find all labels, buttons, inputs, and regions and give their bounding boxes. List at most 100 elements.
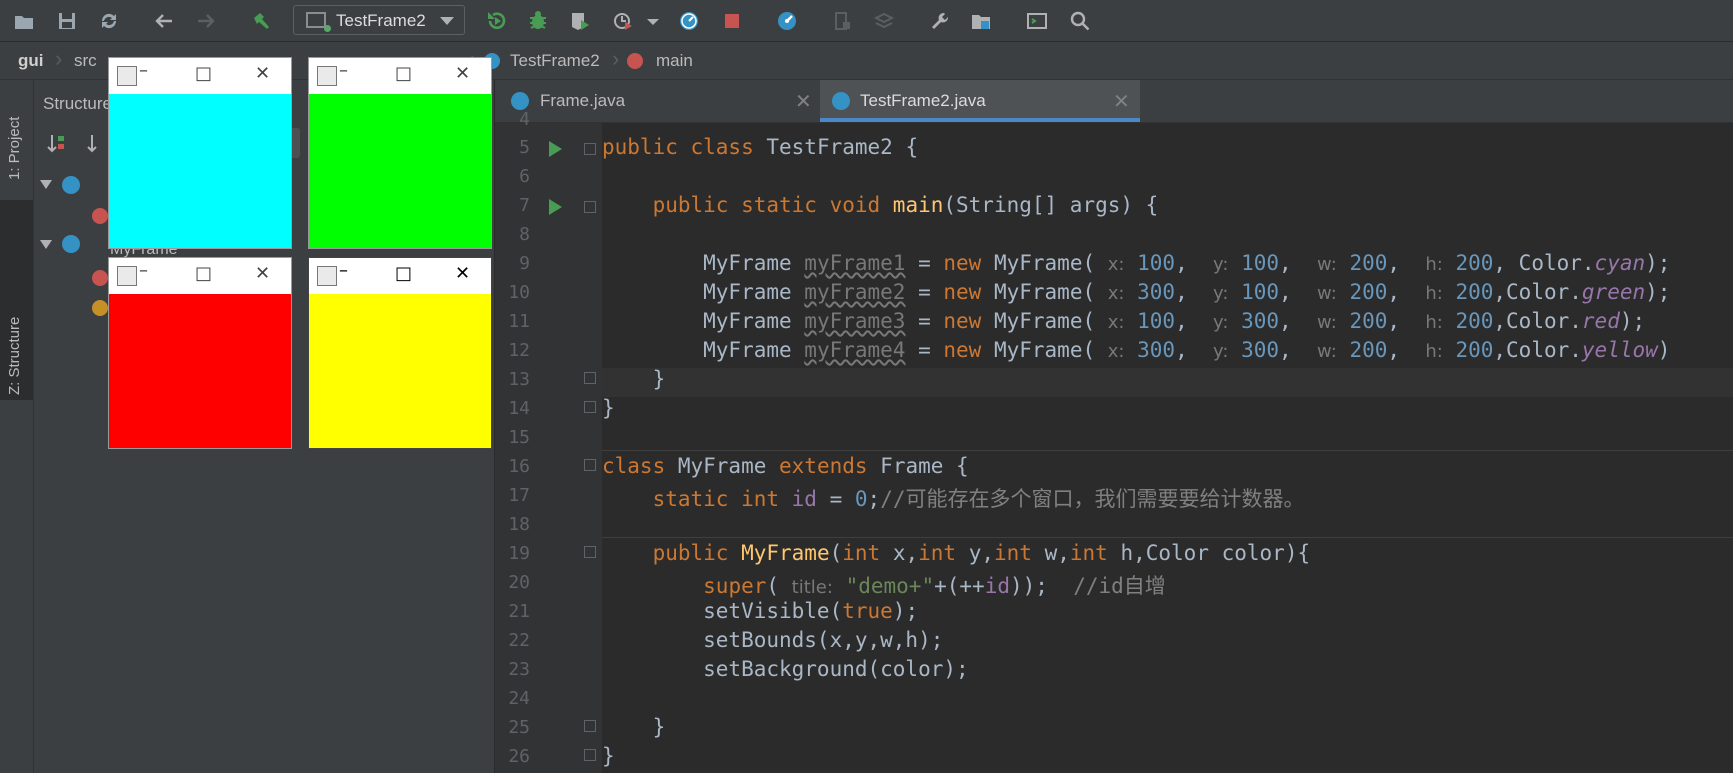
fold-icon[interactable] — [584, 459, 596, 471]
line-number: 7 — [519, 195, 530, 216]
frame-body — [109, 294, 291, 448]
fold-icon[interactable] — [584, 720, 596, 732]
line-number: 15 — [508, 427, 530, 448]
minimize-icon[interactable]: – — [139, 60, 148, 81]
fold-icon[interactable] — [584, 372, 596, 384]
line-number: 22 — [508, 630, 530, 651]
frame-titlebar[interactable]: – □ ✕ — [309, 258, 491, 294]
stop-icon[interactable] — [718, 7, 746, 35]
close-icon[interactable]: ✕ — [1113, 89, 1130, 114]
fold-icon[interactable] — [584, 143, 596, 155]
fold-icon[interactable] — [584, 401, 596, 413]
maximize-icon[interactable]: □ — [395, 63, 412, 84]
line-number: 13 — [508, 369, 530, 390]
code-line-11: MyFrame myFrame3 = new MyFrame( x: 100, … — [602, 309, 1646, 333]
structure-title: Structure — [43, 94, 112, 113]
close-icon[interactable]: ✕ — [255, 63, 270, 84]
code-line-17: static int id = 0;//可能存在多个窗口，我们需要要给计数器。 — [652, 487, 1305, 511]
class-icon — [62, 235, 80, 253]
code-line-7: public static void main(String[] args) { — [652, 193, 1159, 217]
breadcrumb-separator: › — [55, 46, 63, 71]
java-frame-green[interactable]: – □ ✕ — [308, 57, 492, 249]
java-frame-cyan[interactable]: – □ ✕ — [108, 57, 292, 249]
search-icon[interactable] — [1066, 7, 1094, 35]
stopwatch-icon[interactable] — [675, 7, 703, 35]
terminal-icon[interactable] — [1023, 7, 1051, 35]
maximize-icon[interactable]: □ — [395, 263, 412, 284]
frame-titlebar[interactable]: – □ ✕ — [309, 58, 491, 94]
code-editor[interactable]: public class TestFrame2 { public static … — [602, 123, 1733, 773]
code-line-5: public class TestFrame2 { — [602, 135, 919, 159]
maximize-icon[interactable]: □ — [195, 263, 212, 284]
debug-icon[interactable] — [524, 7, 552, 35]
sync-icon[interactable] — [95, 7, 123, 35]
code-line-26: } — [602, 744, 615, 768]
breadcrumb-method[interactable]: main — [656, 51, 693, 71]
line-number: 11 — [508, 311, 530, 332]
line-number: 19 — [508, 543, 530, 564]
java-frame-yellow[interactable]: – □ ✕ — [308, 257, 492, 449]
current-line-highlight — [602, 368, 1733, 397]
dropdown-icon[interactable] — [639, 7, 667, 35]
breadcrumb-src[interactable]: src — [74, 51, 97, 71]
field-icon — [92, 300, 108, 316]
back-icon[interactable] — [150, 7, 178, 35]
close-icon[interactable]: ✕ — [255, 263, 270, 284]
frame-titlebar[interactable]: – □ ✕ — [109, 258, 291, 294]
code-line-10: MyFrame myFrame2 = new MyFrame( x: 300, … — [602, 280, 1671, 304]
frame-body — [309, 94, 491, 248]
line-number: 12 — [508, 340, 530, 361]
fold-icon[interactable] — [584, 201, 596, 213]
code-line-13: } — [602, 367, 666, 391]
java-frame-red[interactable]: – □ ✕ — [108, 257, 292, 449]
tree-expand-icon[interactable] — [40, 180, 52, 189]
tab-label: Frame.java — [540, 91, 626, 110]
minimize-icon[interactable]: – — [339, 260, 348, 281]
tool-window-strip: 1: Project Z: Structure — [0, 80, 34, 773]
sort-alpha-icon[interactable] — [46, 132, 68, 154]
forward-icon[interactable] — [192, 7, 220, 35]
class-icon — [832, 92, 850, 110]
run-configuration-select[interactable]: TestFrame2 — [293, 5, 465, 35]
project-tool-tab[interactable]: 1: Project — [0, 80, 33, 200]
fold-icon[interactable] — [584, 749, 596, 761]
line-number: 8 — [519, 224, 530, 245]
tree-expand-icon[interactable] — [40, 240, 52, 249]
build-hammer-icon[interactable] — [247, 7, 275, 35]
class-icon — [62, 176, 80, 194]
update-icon[interactable] — [773, 7, 801, 35]
close-icon[interactable]: ✕ — [795, 89, 812, 114]
tab-label: TestFrame2.java — [860, 91, 986, 110]
breadcrumb-project[interactable]: gui — [18, 51, 44, 71]
rerun-icon[interactable] — [483, 7, 511, 35]
save-icon[interactable] — [53, 7, 81, 35]
open-folder-icon[interactable] — [10, 7, 38, 35]
minimize-icon[interactable]: – — [339, 60, 348, 81]
code-line-20: super( title: "demo+"+(++id)); //id自增 — [703, 574, 1166, 598]
wrench-icon[interactable] — [926, 7, 954, 35]
method-icon — [92, 270, 108, 286]
tab-frame-java[interactable]: Frame.java ✕ — [495, 80, 820, 122]
run-main-icon[interactable] — [549, 199, 562, 215]
structure-tool-tab[interactable]: Z: Structure — [0, 200, 33, 400]
maximize-icon[interactable]: □ — [195, 63, 212, 84]
frame-body — [309, 294, 491, 448]
device-icon[interactable] — [828, 7, 856, 35]
module-icon[interactable] — [870, 7, 898, 35]
sort-visibility-icon[interactable] — [86, 132, 108, 154]
close-icon[interactable]: ✕ — [455, 63, 470, 84]
run-class-icon[interactable] — [549, 141, 562, 157]
project-structure-icon[interactable] — [967, 7, 995, 35]
minimize-icon[interactable]: – — [139, 260, 148, 281]
line-number: 10 — [508, 282, 530, 303]
line-number: 26 — [508, 746, 530, 767]
method-separator — [602, 450, 1733, 451]
profile-icon[interactable] — [609, 7, 637, 35]
close-icon[interactable]: ✕ — [455, 263, 470, 284]
breadcrumb-class[interactable]: TestFrame2 — [510, 51, 600, 71]
frame-titlebar[interactable]: – □ ✕ — [109, 58, 291, 94]
fold-icon[interactable] — [584, 546, 596, 558]
code-line-14: } — [602, 396, 615, 420]
tab-testframe2-java[interactable]: TestFrame2.java ✕ — [820, 80, 1140, 122]
coverage-icon[interactable] — [566, 7, 594, 35]
